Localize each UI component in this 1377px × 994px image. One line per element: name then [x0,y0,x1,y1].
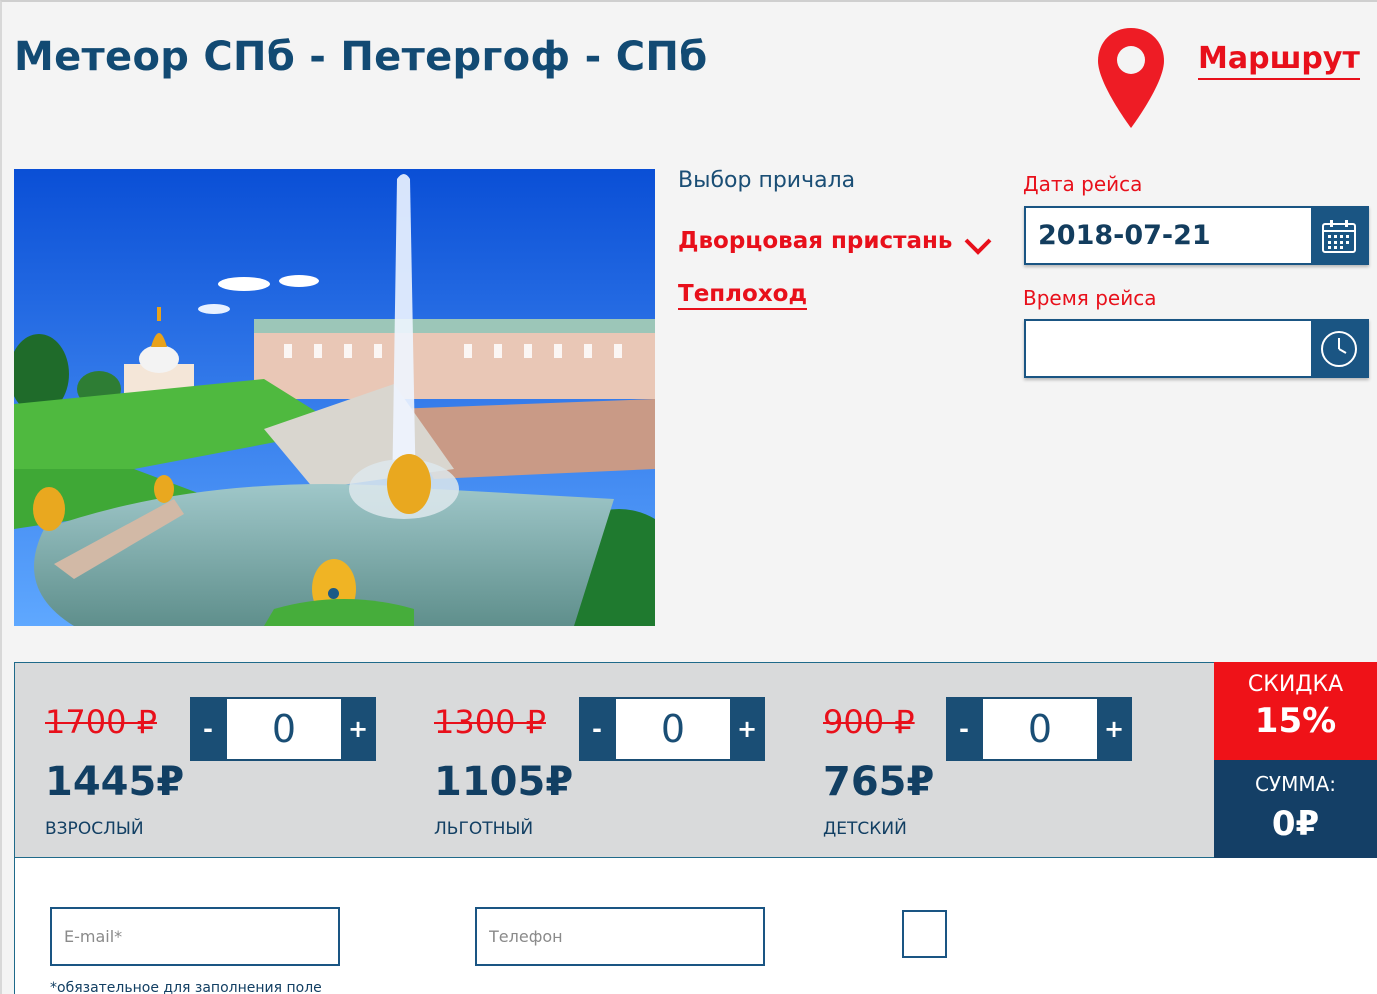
pier-label: Выбор причала [678,168,856,193]
discount-label: СКИДКА [1247,672,1344,697]
chevron-down-icon[interactable] [962,234,994,258]
child-plus-button[interactable]: + [1096,697,1132,761]
adult-label: ВЗРОСЛЫЙ [45,819,144,839]
route-link[interactable]: Маршрут [1198,42,1360,80]
date-field[interactable]: 2018-07-21 [1024,206,1369,265]
reduced-minus-button[interactable]: - [579,697,615,761]
date-label: Дата рейса [1023,172,1143,196]
agree-checkbox[interactable] [902,910,947,958]
reduced-plus-button[interactable]: + [729,697,765,761]
ticket-prices-band: 1700 ₽ 1445₽ ВЗРОСЛЫЙ - 0 + 1300 ₽ 1105₽… [14,662,1214,858]
email-input[interactable] [50,907,340,966]
required-note: *обязательное для заполнения поле [50,980,322,994]
total-value: 0₽ [1271,804,1320,844]
discount-value: 15% [1254,701,1337,741]
total-label: СУММА: [1254,772,1337,796]
adult-quantity[interactable]: 0 [227,699,341,759]
time-label: Время рейса [1023,286,1157,310]
page-title: Метеор СПб - Петергоф - СПб [14,34,708,80]
pier-select[interactable]: Дворцовая пристань [678,228,952,254]
reduced-label: ЛЬГОТНЫЙ [434,819,534,839]
reduced-quantity-stepper: - 0 + [579,697,765,761]
adult-old-price: 1700 ₽ [45,703,157,741]
time-field[interactable] [1024,319,1369,378]
child-old-price: 900 ₽ [823,703,915,741]
child-quantity-stepper: - 0 + [946,697,1132,761]
reduced-old-price: 1300 ₽ [434,703,546,741]
discount-box: СКИДКА 15% [1214,662,1377,760]
reduced-quantity[interactable]: 0 [616,699,730,759]
total-box: СУММА: 0₽ [1214,760,1377,858]
child-quantity[interactable]: 0 [983,699,1097,759]
adult-minus-button[interactable]: - [190,697,226,761]
phone-input[interactable] [475,907,765,966]
child-label: ДЕТСКИЙ [823,819,907,839]
adult-plus-button[interactable]: + [340,697,376,761]
adult-new-price: 1445₽ [45,759,185,805]
reduced-new-price: 1105₽ [434,759,574,805]
child-minus-button[interactable]: - [946,697,982,761]
child-new-price: 765₽ [823,759,935,805]
excursion-photo [14,169,655,626]
date-value: 2018-07-21 [1038,220,1211,251]
vessel-link[interactable]: Теплоход [678,280,808,310]
calendar-icon[interactable] [1311,208,1367,263]
adult-quantity-stepper: - 0 + [190,697,376,761]
slider-dot[interactable] [328,588,339,599]
clock-icon[interactable] [1311,321,1367,376]
map-pin-icon[interactable] [1096,26,1166,130]
